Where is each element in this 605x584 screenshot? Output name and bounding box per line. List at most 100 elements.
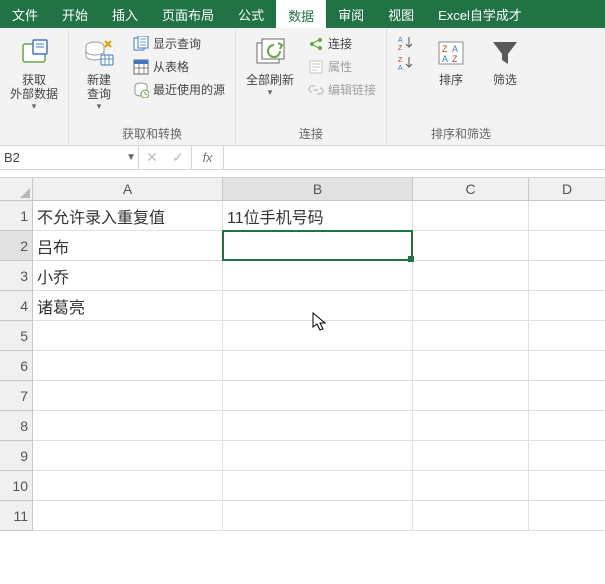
row-header-3[interactable]: 3 (0, 261, 33, 291)
col-header-B[interactable]: B (223, 178, 413, 201)
enter-formula-button[interactable]: ✓ (165, 146, 191, 169)
cell-A8[interactable] (33, 411, 223, 441)
insert-function-button[interactable]: fx (192, 146, 224, 169)
cell-D3[interactable] (529, 261, 605, 291)
cell-C4[interactable] (413, 291, 529, 321)
get-external-data-button[interactable]: 获取外部数据 (6, 31, 62, 112)
tab-home[interactable]: 开始 (50, 0, 100, 28)
sort-az-button[interactable]: AZ (393, 33, 421, 53)
cancel-formula-button[interactable]: ✕ (139, 146, 165, 169)
name-box-dropdown[interactable]: ▼ (126, 152, 136, 163)
cell-D2[interactable] (529, 231, 605, 261)
svg-text:A: A (398, 37, 403, 44)
row-header-4[interactable]: 4 (0, 291, 33, 321)
cell-B9[interactable] (223, 441, 413, 471)
row-header-10[interactable]: 10 (0, 471, 33, 501)
col-header-C[interactable]: C (413, 178, 529, 201)
edit-links-icon (308, 82, 324, 98)
cell-A5[interactable] (33, 321, 223, 351)
cell-A9[interactable] (33, 441, 223, 471)
col-header-D[interactable]: D (529, 178, 605, 201)
cell-C5[interactable] (413, 321, 529, 351)
tab-formulas[interactable]: 公式 (226, 0, 276, 28)
cell-B2[interactable] (223, 231, 413, 261)
row-header-9[interactable]: 9 (0, 441, 33, 471)
cell-C8[interactable] (413, 411, 529, 441)
cell-B11[interactable] (223, 501, 413, 531)
cell-B6[interactable] (223, 351, 413, 381)
cell-A3[interactable]: 小乔 (33, 261, 223, 291)
cells-area: 不允许录入重复值11位手机号码 吕布 小乔 诸葛亮 (33, 201, 605, 531)
new-query-label: 新建查询 (87, 73, 111, 101)
get-data-icon (19, 35, 49, 71)
cell-B1[interactable]: 11位手机号码 (223, 201, 413, 231)
cell-C3[interactable] (413, 261, 529, 291)
svg-text:Z: Z (398, 57, 403, 64)
row-header-5[interactable]: 5 (0, 321, 33, 351)
cell-B3[interactable] (223, 261, 413, 291)
col-header-A[interactable]: A (33, 178, 223, 201)
properties-label: 属性 (328, 58, 352, 75)
svg-text:A: A (442, 54, 448, 64)
tab-excel-self[interactable]: Excel自学成才 (426, 0, 534, 28)
group-connections: 全部刷新 连接 属性 编辑链接 连接 (236, 28, 387, 145)
cell-B5[interactable] (223, 321, 413, 351)
cell-D5[interactable] (529, 321, 605, 351)
cell-A4[interactable]: 诸葛亮 (33, 291, 223, 321)
tab-view[interactable]: 视图 (376, 0, 426, 28)
cell-B10[interactable] (223, 471, 413, 501)
cell-C7[interactable] (413, 381, 529, 411)
from-table-button[interactable]: 从表格 (129, 56, 229, 77)
cell-A1[interactable]: 不允许录入重复值 (33, 201, 223, 231)
tab-review[interactable]: 审阅 (326, 0, 376, 28)
row-header-11[interactable]: 11 (0, 501, 33, 531)
row-header-1[interactable]: 1 (0, 201, 33, 231)
cell-D1[interactable] (529, 201, 605, 231)
tab-page-layout[interactable]: 页面布局 (150, 0, 226, 28)
cell-A11[interactable] (33, 501, 223, 531)
cell-B8[interactable] (223, 411, 413, 441)
name-box-container: ▼ (0, 146, 139, 169)
cell-C9[interactable] (413, 441, 529, 471)
cell-D10[interactable] (529, 471, 605, 501)
connections-button[interactable]: 连接 (304, 33, 380, 54)
sort-za-icon: ZA (397, 55, 417, 71)
cell-A6[interactable] (33, 351, 223, 381)
tab-insert[interactable]: 插入 (100, 0, 150, 28)
name-box[interactable] (4, 150, 134, 165)
cell-A7[interactable] (33, 381, 223, 411)
tab-file[interactable]: 文件 (0, 0, 50, 28)
cell-D7[interactable] (529, 381, 605, 411)
cell-D11[interactable] (529, 501, 605, 531)
cell-D4[interactable] (529, 291, 605, 321)
row-header-7[interactable]: 7 (0, 381, 33, 411)
row-header-6[interactable]: 6 (0, 351, 33, 381)
cell-C6[interactable] (413, 351, 529, 381)
cell-C2[interactable] (413, 231, 529, 261)
tab-data[interactable]: 数据 (276, 0, 326, 28)
show-queries-button[interactable]: 显示查询 (129, 33, 229, 54)
cell-C10[interactable] (413, 471, 529, 501)
cell-A2[interactable]: 吕布 (33, 231, 223, 261)
cell-D8[interactable] (529, 411, 605, 441)
sort-button[interactable]: ZAAZ 排序 (427, 31, 475, 87)
row-header-2[interactable]: 2 (0, 231, 33, 261)
sort-za-button[interactable]: ZA (393, 53, 421, 73)
cell-B7[interactable] (223, 381, 413, 411)
cell-C11[interactable] (413, 501, 529, 531)
cell-B4[interactable] (223, 291, 413, 321)
refresh-all-button[interactable]: 全部刷新 (242, 31, 298, 98)
formula-input[interactable] (224, 146, 605, 169)
recent-sources-button[interactable]: 最近使用的源 (129, 79, 229, 100)
select-all-corner[interactable] (0, 178, 33, 201)
group-get-data-label (6, 140, 62, 145)
cell-A10[interactable] (33, 471, 223, 501)
filter-button[interactable]: 筛选 (481, 31, 529, 87)
formula-buttons: ✕ ✓ (139, 146, 192, 169)
new-query-button[interactable]: 新建查询 (75, 31, 123, 112)
row-header-8[interactable]: 8 (0, 411, 33, 441)
cell-D6[interactable] (529, 351, 605, 381)
cell-C1[interactable] (413, 201, 529, 231)
connections-label: 连接 (328, 35, 352, 52)
cell-D9[interactable] (529, 441, 605, 471)
